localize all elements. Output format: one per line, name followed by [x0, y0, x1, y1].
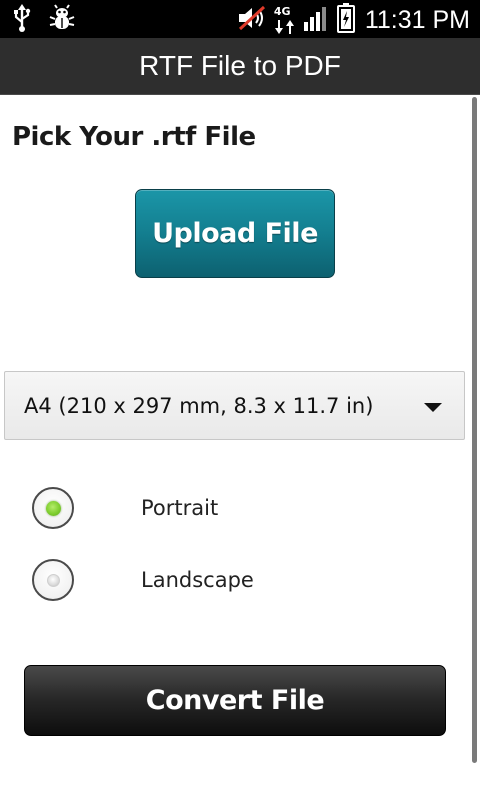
dropdown-arrow-icon	[424, 403, 442, 412]
upload-file-label: Upload File	[152, 218, 318, 249]
status-bar: 4G 11:31 PM	[0, 0, 480, 38]
landscape-label: Landscape	[141, 568, 254, 592]
orientation-option-portrait[interactable]: Portrait	[0, 487, 470, 547]
status-left-icons	[12, 4, 76, 36]
muted-speaker-icon	[237, 5, 267, 35]
portrait-label: Portrait	[141, 496, 219, 520]
network-label: 4G	[273, 5, 291, 18]
pick-file-label: Pick Your .rtf File	[12, 122, 256, 152]
network-4g-icon: 4G	[273, 5, 297, 35]
orientation-option-landscape[interactable]: Landscape	[0, 559, 470, 619]
signal-bars-icon	[303, 4, 331, 36]
status-time: 11:31 PM	[364, 5, 470, 34]
paper-size-select[interactable]: A4 (210 x 297 mm, 8.3 x 11.7 in)	[4, 371, 465, 440]
upload-file-button[interactable]: Upload File	[135, 189, 335, 278]
app-title: RTF File to PDF	[139, 50, 341, 81]
debug-bug-icon	[48, 4, 76, 36]
convert-file-button[interactable]: Convert File	[24, 665, 446, 736]
landscape-radio[interactable]	[32, 559, 74, 601]
convert-file-label: Convert File	[145, 685, 325, 716]
usb-icon	[12, 4, 32, 36]
portrait-radio[interactable]	[32, 487, 74, 529]
app-title-bar: RTF File to PDF	[0, 38, 480, 95]
status-right-icons: 4G 11:31 PM	[237, 3, 470, 37]
battery-charging-icon	[336, 3, 355, 37]
scrollbar[interactable]	[472, 97, 477, 763]
radio-unselected-dot	[47, 574, 60, 587]
paper-size-value: A4 (210 x 297 mm, 8.3 x 11.7 in)	[24, 394, 374, 418]
radio-selected-dot	[46, 501, 61, 516]
